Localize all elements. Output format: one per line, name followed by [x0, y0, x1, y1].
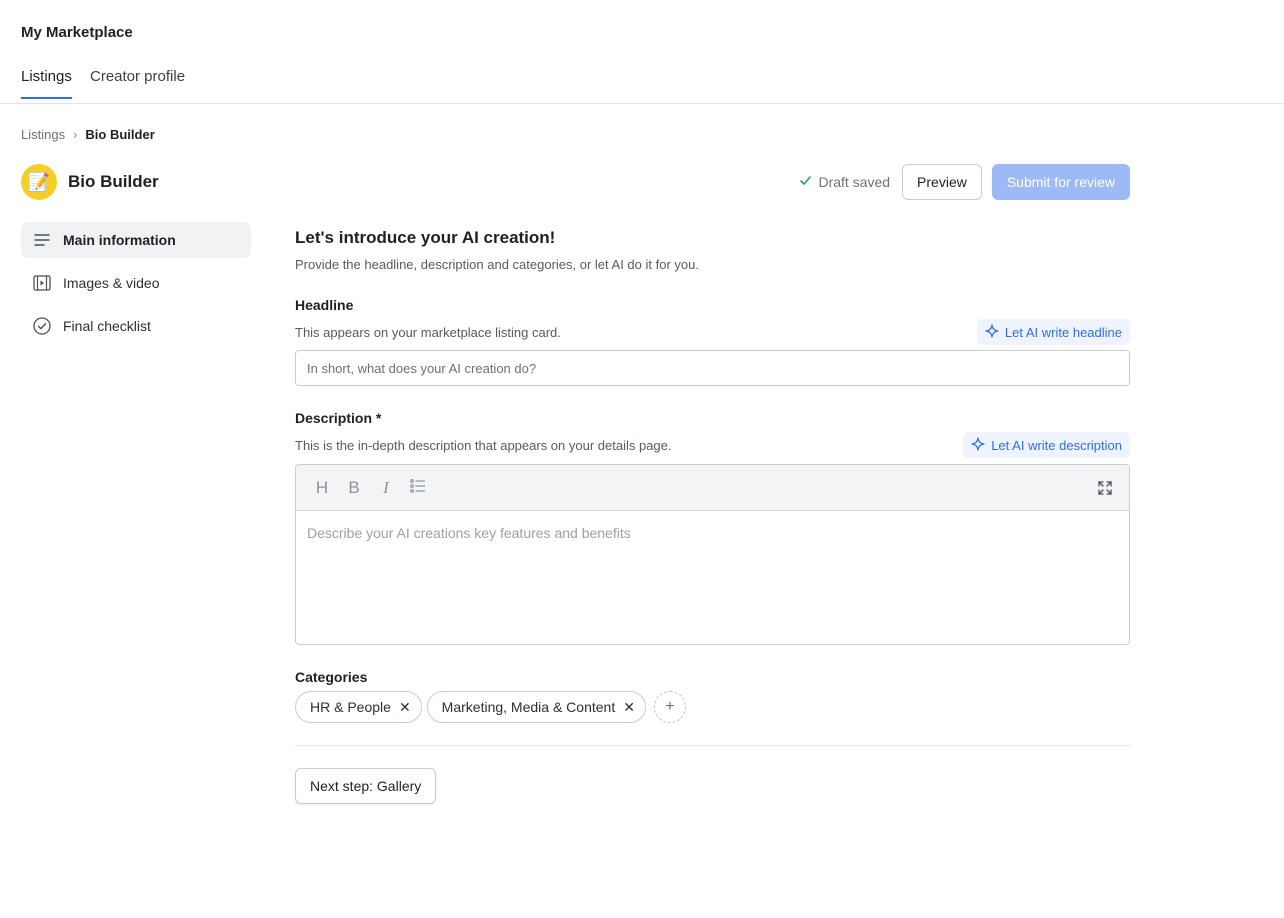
preview-button[interactable]: Preview [902, 164, 982, 200]
check-circle-icon [33, 317, 51, 335]
description-help: This is the in-depth description that ap… [295, 437, 672, 453]
ai-write-description-label: Let AI write description [991, 437, 1122, 453]
listing-avatar: 📝 [21, 164, 57, 200]
sidebar-item-label: Final checklist [63, 318, 151, 334]
breadcrumb: Listings › Bio Builder [21, 127, 155, 142]
categories-label: Categories [295, 669, 368, 685]
header-actions: Draft saved Preview Submit for review [799, 164, 1130, 200]
draft-status-label: Draft saved [818, 174, 891, 190]
app-title: My Marketplace [21, 24, 133, 41]
heading-button[interactable]: H [306, 472, 338, 504]
sparkle-icon [971, 436, 985, 454]
bullet-list-button[interactable] [402, 472, 434, 504]
headline-help: This appears on your marketplace listing… [295, 324, 561, 340]
description-label: Description * [295, 410, 382, 426]
sidebar-nav: Main information Images & video Final ch… [21, 222, 251, 351]
ai-write-headline-button[interactable]: Let AI write headline [976, 319, 1130, 345]
description-editor: H B I Describe your AI creations key fea… [295, 464, 1130, 645]
breadcrumb-current: Bio Builder [85, 127, 155, 142]
listing-header: 📝 Bio Builder [21, 164, 159, 200]
sidebar-item-main-information[interactable]: Main information [21, 222, 251, 258]
tab-listings[interactable]: Listings [21, 68, 72, 99]
next-step-gallery-button[interactable]: Next step: Gallery [295, 768, 437, 804]
category-chip-label: Marketing, Media & Content [441, 699, 616, 715]
sidebar-item-label: Main information [63, 232, 176, 248]
sidebar-item-label: Images & video [63, 275, 160, 291]
submit-for-review-button[interactable]: Submit for review [991, 164, 1130, 200]
sidebar-item-final-checklist[interactable]: Final checklist [21, 308, 251, 344]
category-chip: HR & People ✕ [295, 691, 422, 723]
headline-field: Headline This appears on your marketplac… [295, 297, 1130, 386]
top-tabs: Listings Creator profile [0, 60, 1284, 104]
tab-creator-profile[interactable]: Creator profile [90, 68, 185, 97]
headline-label: Headline [295, 297, 354, 313]
listing-name: Bio Builder [68, 172, 159, 191]
ai-write-headline-label: Let AI write headline [1004, 324, 1122, 340]
italic-button[interactable]: I [370, 472, 402, 504]
headline-input[interactable] [295, 350, 1130, 386]
breadcrumb-separator-icon: › [73, 127, 78, 142]
category-chips: HR & People ✕ Marketing, Media & Content… [295, 691, 1130, 723]
add-category-button[interactable]: + [653, 691, 686, 723]
category-chip: Marketing, Media & Content ✕ [426, 691, 646, 723]
lines-icon [33, 231, 51, 249]
bullet-list-icon [410, 478, 426, 498]
editor-toolbar: H B I [296, 465, 1129, 511]
draft-status: Draft saved [799, 174, 890, 190]
section-subtitle: Provide the headline, description and ca… [295, 257, 699, 272]
ai-write-description-button[interactable]: Let AI write description [963, 432, 1130, 458]
divider [295, 745, 1130, 746]
section-title: Let's introduce your AI creation! [295, 228, 556, 247]
expand-icon[interactable] [1093, 476, 1117, 500]
categories-field: Categories HR & People ✕ Marketing, Medi… [295, 669, 1130, 723]
breadcrumb-listings-link[interactable]: Listings [21, 127, 65, 142]
bold-button[interactable]: B [338, 472, 370, 504]
film-icon [33, 274, 51, 292]
description-field: Description * This is the in-depth descr… [295, 410, 1130, 645]
check-icon [799, 174, 812, 190]
close-icon[interactable]: ✕ [623, 699, 635, 716]
description-editor-input[interactable]: Describe your AI creations key features … [296, 511, 1129, 555]
sidebar-item-images-video[interactable]: Images & video [21, 265, 251, 301]
sparkle-icon [985, 323, 999, 341]
category-chip-label: HR & People [310, 699, 391, 715]
close-icon[interactable]: ✕ [399, 699, 411, 716]
main-form: Let's introduce your AI creation! Provid… [295, 228, 1130, 804]
